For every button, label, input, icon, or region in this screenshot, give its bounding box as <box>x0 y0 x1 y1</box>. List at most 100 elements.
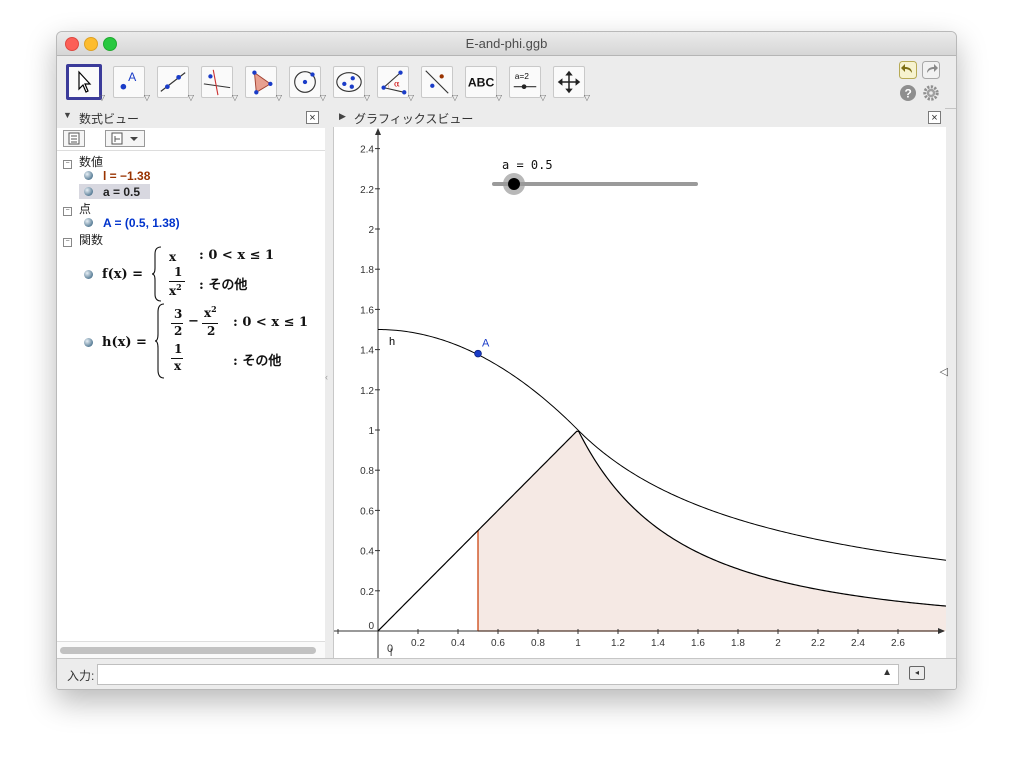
category-numbers[interactable]: − 数値 <box>63 153 103 170</box>
help-icon[interactable]: ? <box>899 84 917 102</box>
visibility-toggle-h[interactable] <box>84 338 93 347</box>
point-tool-button[interactable]: A ▽ <box>113 66 150 102</box>
y-tick-label: 0.8 <box>360 466 374 477</box>
y-tick-label: 2 <box>368 225 374 236</box>
y-tick-label: 2.4 <box>360 145 374 156</box>
x-tick-label: 1.2 <box>611 638 625 649</box>
left-brace-icon <box>154 303 165 379</box>
line-icon <box>160 72 186 92</box>
algebra-subtoolbar <box>57 128 325 151</box>
move-graphics-tool-button[interactable]: ▽ <box>553 66 590 102</box>
angle-tool-button[interactable]: α ▽ <box>377 66 414 102</box>
visibility-toggle-l[interactable] <box>84 171 93 180</box>
svg-text:a=2: a=2 <box>515 71 530 81</box>
view-splitter[interactable]: ‹ <box>325 108 333 658</box>
algebra-item-a[interactable]: a = 0.5 <box>103 185 140 199</box>
text-icon: ABC <box>468 76 495 90</box>
visibility-toggle-A[interactable] <box>84 218 93 227</box>
line-tool-button[interactable]: ▽ <box>157 66 194 102</box>
close-graphics-view-button[interactable]: × <box>928 111 941 124</box>
graphics-view[interactable]: 0.2 0.4 0.6 0.8 1 1.2 1.4 1.6 1.8 2 2.2 2.4 2.6 0 0.2… <box>333 127 948 659</box>
point-A[interactable] <box>474 349 482 358</box>
input-bar: 入力: ▲ ◂ <box>57 658 956 689</box>
cursor-arrow-icon <box>78 70 92 93</box>
svg-text:ABC: ABC <box>468 76 495 90</box>
y-tick-label: 2.2 <box>360 185 374 196</box>
curve-label-h: h <box>389 336 395 348</box>
move-arrows-icon <box>557 70 581 94</box>
reflect-tool-button[interactable]: ▽ <box>421 66 458 102</box>
text-tool-button[interactable]: ABC ▽ <box>465 66 502 102</box>
x-tick-label: 2.4 <box>851 638 865 649</box>
algebra-scrollbar-thumb[interactable] <box>60 647 316 654</box>
x-tick-label: 0.8 <box>531 638 545 649</box>
ellipse-icon <box>336 72 362 92</box>
move-tool-button[interactable]: ▽ <box>66 64 105 102</box>
point-icon: A <box>120 70 137 90</box>
slider-label: a = 0.5 <box>502 158 553 172</box>
y-tick-label: 0 <box>368 621 374 632</box>
x-tick-label: 0.6 <box>491 638 505 649</box>
y-tick-label: 0.2 <box>360 587 374 598</box>
visibility-toggle-f[interactable] <box>84 270 93 279</box>
conic-tool-button[interactable]: ▽ <box>333 66 370 102</box>
command-input[interactable]: ▲ <box>97 664 899 685</box>
tree-sort-icon <box>111 132 138 145</box>
polygon-tool-button[interactable]: ▽ <box>245 66 282 102</box>
category-functions[interactable]: − 関数 <box>63 231 103 248</box>
polygon-icon <box>252 70 273 95</box>
svg-text:?: ? <box>905 87 912 101</box>
geogebra-window: E-and-phi.ggb ▽ A ▽ ▽ ▽ ▽ ▽ ▽ α ▽ ▽ ABC … <box>56 31 957 690</box>
list-view-icon <box>68 132 80 145</box>
x-tick-label: 0.4 <box>451 638 465 649</box>
y-axis-arrow-icon <box>375 128 381 135</box>
input-label: 入力: <box>67 669 95 683</box>
side-panel-toggle-icon[interactable]: ◁ <box>940 365 948 378</box>
x-tick-label: 1 <box>575 638 581 649</box>
graphics-view-header: ▶ グラフィックスビュー × <box>333 108 945 127</box>
redo-icon[interactable] <box>922 61 940 79</box>
slider-tool-button[interactable]: a=2 ▽ <box>509 66 546 102</box>
splitter-handle-icon: ‹ <box>325 372 328 382</box>
sort-by-dropdown[interactable] <box>105 130 145 147</box>
circle-icon <box>294 71 316 93</box>
left-brace-icon <box>151 246 162 302</box>
category-points[interactable]: − 点 <box>63 200 91 217</box>
slider-knob[interactable] <box>508 178 520 190</box>
perpendicular-line-icon <box>203 69 231 96</box>
y-tick-label: 0.4 <box>360 547 374 558</box>
window-title: E-and-phi.ggb <box>465 36 548 51</box>
undo-icon[interactable] <box>899 61 917 79</box>
y-tick-label: 1.2 <box>360 386 374 397</box>
close-algebra-view-button[interactable]: × <box>306 111 319 124</box>
collapse-triangle-icon[interactable]: ▼ <box>63 110 72 120</box>
x-tick-label: 0.2 <box>411 638 425 649</box>
algebra-scrollbar-track <box>57 641 325 659</box>
x-tick-label: 2.6 <box>891 638 905 649</box>
y-tick-label: 1.8 <box>360 265 374 276</box>
x-tick-label: 2.2 <box>811 638 825 649</box>
x-tick-label: 1.6 <box>691 638 705 649</box>
visibility-toggle-a[interactable] <box>84 187 93 196</box>
y-tick-label: 0.6 <box>360 506 374 517</box>
algebra-item-l[interactable]: l = −1.38 <box>103 169 150 183</box>
segment-l-label: l <box>390 648 392 658</box>
algebra-item-A[interactable]: A = (0.5, 1.38) <box>103 216 180 230</box>
settings-gear-icon[interactable] <box>922 84 940 102</box>
angle-icon: α <box>381 70 407 95</box>
reflect-line-icon <box>425 70 449 94</box>
toggle-auxiliary-button[interactable] <box>63 130 85 147</box>
x-tick-label: 1.8 <box>731 638 745 649</box>
algebra-view-title: 数式ビュー <box>79 112 140 126</box>
algebra-view-header: ▼ 数式ビュー × <box>57 108 325 127</box>
perpendicular-line-tool-button[interactable]: ▽ <box>201 66 238 102</box>
expand-triangle-icon[interactable]: ▶ <box>339 111 346 122</box>
circle-tool-button[interactable]: ▽ <box>289 66 326 102</box>
title-bar: E-and-phi.ggb <box>57 32 956 56</box>
function-h-curve[interactable] <box>377 329 947 561</box>
y-tick-label: 1 <box>368 426 374 437</box>
input-help-panel-button[interactable]: ◂ <box>909 666 925 680</box>
graphics-view-title: グラフィックスビュー <box>354 112 474 126</box>
graph-canvas[interactable]: 0.2 0.4 0.6 0.8 1 1.2 1.4 1.6 1.8 2 2.2 2.4 2.6 0 0.2… <box>334 127 947 659</box>
input-history-arrows-icon[interactable]: ▲ <box>882 667 892 678</box>
